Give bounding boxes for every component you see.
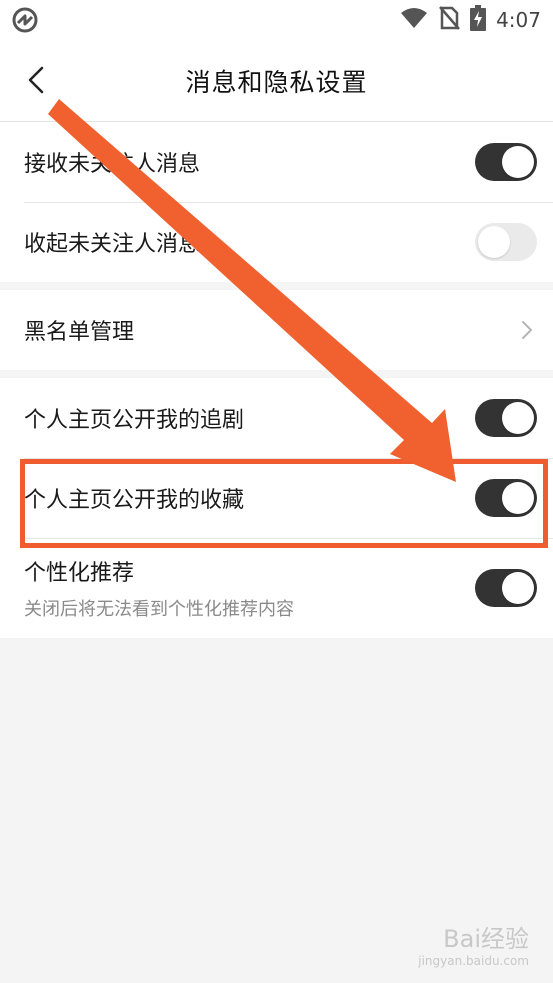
status-time: 4:07 — [496, 8, 541, 32]
setting-row-blacklist[interactable]: 黑名单管理 — [0, 290, 553, 370]
toggle-knob — [502, 572, 534, 604]
toggle-personalized-recommend[interactable] — [475, 569, 537, 607]
toggle-collapse-unfollowed[interactable] — [475, 223, 537, 261]
toggle-receive-unfollowed[interactable] — [475, 143, 537, 181]
back-button[interactable] — [18, 62, 54, 98]
status-icons: 4:07 — [400, 0, 541, 40]
settings-group-privacy: 个人主页公开我的追剧 个人主页公开我的收藏 个性化推荐 关闭后将无法看到个性化推… — [0, 378, 553, 638]
settings-group-messages: 接收未关注人消息 收起未关注人消息 — [0, 122, 553, 282]
watermark: Bai经验 jingyan.baidu.com — [418, 927, 529, 967]
wifi-icon — [400, 7, 428, 34]
setting-row-personalized-recommend: 个性化推荐 关闭后将无法看到个性化推荐内容 — [0, 538, 553, 638]
toggle-public-dramas[interactable] — [475, 399, 537, 437]
setting-text: 个性化推荐 关闭后将无法看到个性化推荐内容 — [24, 555, 294, 621]
setting-subtitle: 关闭后将无法看到个性化推荐内容 — [24, 599, 294, 620]
chevron-left-icon — [28, 66, 44, 94]
settings-group-blacklist: 黑名单管理 — [0, 290, 553, 370]
watermark-text: Bai经验 — [443, 925, 529, 953]
setting-label: 收起未关注人消息 — [24, 232, 201, 257]
setting-row-collapse-unfollowed: 收起未关注人消息 — [0, 202, 553, 282]
setting-label: 个人主页公开我的收藏 — [24, 488, 245, 513]
setting-label: 个性化推荐 — [24, 561, 135, 586]
chevron-right-icon — [517, 320, 537, 340]
status-bar: 4:07 — [0, 0, 553, 40]
app-logo-icon — [12, 5, 42, 35]
watermark-subtext: jingyan.baidu.com — [418, 954, 529, 968]
group-gap — [0, 282, 553, 290]
setting-row-public-dramas: 个人主页公开我的追剧 — [0, 378, 553, 458]
toggle-knob — [478, 226, 510, 258]
page-title: 消息和隐私设置 — [185, 67, 368, 97]
setting-label: 黑名单管理 — [24, 320, 135, 345]
toggle-knob — [502, 482, 534, 514]
setting-row-receive-unfollowed: 接收未关注人消息 — [0, 122, 553, 202]
group-gap — [0, 370, 553, 378]
setting-row-public-favorites: 个人主页公开我的收藏 — [0, 458, 553, 538]
battery-charging-icon — [470, 4, 487, 36]
toggle-knob — [502, 146, 534, 178]
toggle-public-favorites[interactable] — [475, 479, 537, 517]
setting-label: 接收未关注人消息 — [24, 152, 201, 177]
no-sim-icon — [438, 5, 461, 35]
toggle-knob — [502, 402, 534, 434]
setting-label: 个人主页公开我的追剧 — [24, 408, 245, 433]
navigation-bar: 消息和隐私设置 — [0, 40, 553, 122]
